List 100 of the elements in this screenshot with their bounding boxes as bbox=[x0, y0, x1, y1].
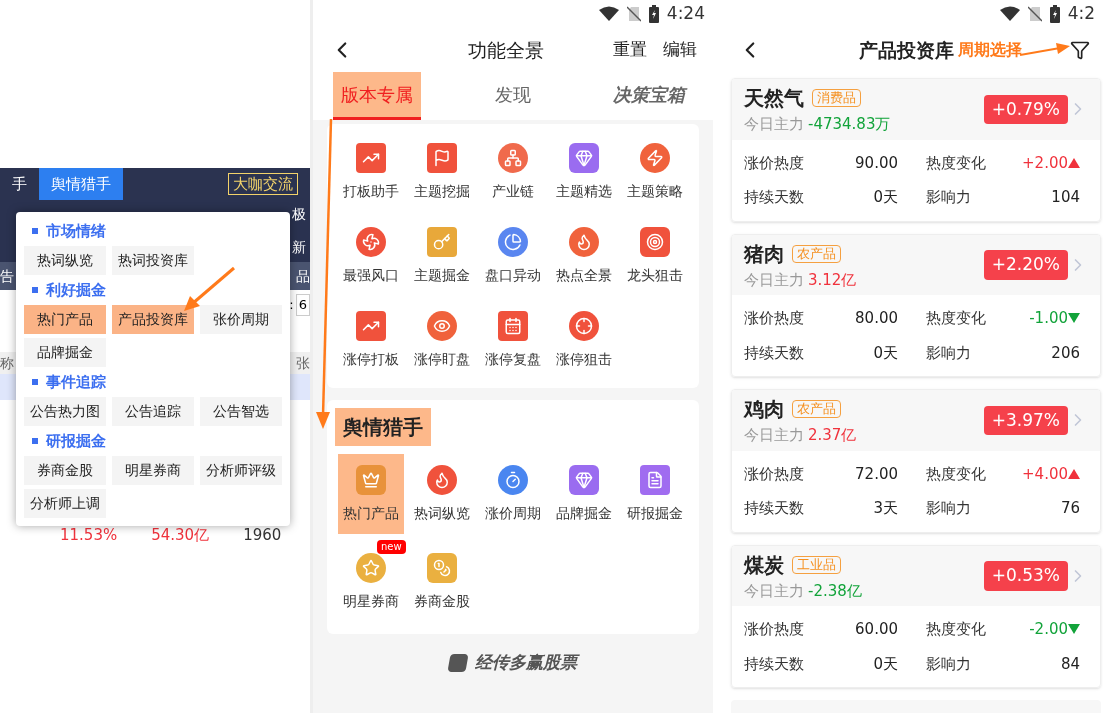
feature-tile[interactable]: 涨停盯盘 bbox=[408, 300, 475, 380]
feature-tile[interactable]: 涨价周期 bbox=[480, 454, 546, 534]
table-cell-text: 54.30亿 bbox=[151, 525, 210, 546]
product-card[interactable]: 鸡肉 农产品 今日主力 2.37亿 +3.97% 涨价热度 72.00 热度变化 +4.00 持续天数 3天 影响力 76 bbox=[731, 389, 1101, 533]
bullet-icon bbox=[32, 228, 38, 234]
feature-tile[interactable]: 最强风口 bbox=[337, 216, 404, 296]
product-card[interactable]: 天然气 消费品 今日主力 -4734.83万 +0.79% 涨价热度 90.00 热度变化 +2.00 持续天数 0天 影响力 104 bbox=[731, 78, 1101, 222]
eye-icon bbox=[426, 310, 457, 341]
stat-label: 影响力 bbox=[926, 187, 971, 208]
menu-item[interactable]: 公告智选 bbox=[200, 397, 282, 426]
no-sim-icon bbox=[1027, 6, 1042, 22]
fan-icon bbox=[355, 226, 386, 257]
menu-item[interactable]: 券商金股 bbox=[24, 456, 106, 485]
section-title: 市场情绪 bbox=[46, 220, 106, 242]
feature-tile[interactable]: 产业链 bbox=[480, 132, 546, 212]
tile-label: 涨价周期 bbox=[485, 503, 541, 523]
down-triangle-icon bbox=[1068, 624, 1080, 635]
menu-item[interactable]: 分析师上调 bbox=[24, 489, 106, 518]
chat-button[interactable]: 大咖交流 bbox=[228, 173, 298, 195]
strip-label: 极 bbox=[292, 205, 306, 224]
calendar-icon bbox=[498, 310, 528, 341]
fund-value: 2.37亿 bbox=[808, 425, 857, 446]
fund-label: 今日主力 bbox=[744, 269, 804, 291]
feature-tile[interactable]: 主题掘金 bbox=[408, 216, 475, 296]
header-action[interactable]: 编辑 bbox=[663, 37, 697, 63]
stat-value: 72.00 bbox=[855, 463, 898, 485]
header-action[interactable]: 重置 bbox=[613, 37, 647, 63]
stat-label: 影响力 bbox=[926, 498, 971, 519]
filter-icon[interactable] bbox=[1070, 40, 1090, 60]
down-triangle-icon bbox=[1068, 313, 1080, 324]
feature-tile[interactable]: 龙头狙击 bbox=[622, 216, 689, 296]
category-tab[interactable]: 发现 bbox=[487, 72, 539, 120]
feature-tile[interactable]: 热点全景 bbox=[551, 216, 618, 296]
stat-label: 热度变化 bbox=[926, 152, 986, 174]
key-icon bbox=[426, 226, 457, 257]
stat-label: 热度变化 bbox=[926, 308, 986, 329]
feature-tile[interactable]: 主题策略 bbox=[622, 132, 689, 212]
bullet-icon bbox=[32, 287, 38, 293]
menu-item[interactable]: 产品投资库 bbox=[112, 305, 194, 334]
tile-label: 盘口异动 bbox=[485, 265, 541, 285]
menu-item[interactable]: 公告追踪 bbox=[112, 397, 194, 426]
feature-tile[interactable]: 涨停复盘 bbox=[480, 300, 546, 380]
stat-label: 影响力 bbox=[926, 342, 971, 364]
stat-value: 76 bbox=[1060, 498, 1080, 519]
gem-icon bbox=[569, 464, 600, 495]
menu-item[interactable]: 分析师评级 bbox=[200, 456, 282, 485]
feature-tile[interactable]: new 明星券商 bbox=[337, 542, 404, 622]
feature-tile[interactable]: 研报掘金 bbox=[622, 454, 689, 534]
fund-label: 今日主力 bbox=[744, 114, 804, 135]
bolt-icon bbox=[640, 142, 671, 173]
menu-item[interactable]: 热门产品 bbox=[24, 305, 106, 334]
chart-board-icon bbox=[355, 310, 386, 341]
tile-label: 涨停打板 bbox=[342, 349, 399, 369]
feature-tile[interactable]: 涨停打板 bbox=[337, 300, 404, 380]
tile-label: 涨停复盘 bbox=[485, 349, 541, 369]
crosshair-icon bbox=[569, 310, 600, 341]
feature-tile[interactable]: 打板助手 bbox=[337, 132, 404, 212]
menu-item[interactable]: 张价周期 bbox=[200, 305, 282, 334]
input-field[interactable]: 6 bbox=[295, 294, 310, 316]
feature-tile[interactable]: 热门产品 bbox=[337, 454, 404, 534]
stat-label: 持续天数 bbox=[744, 653, 804, 675]
flame-icon bbox=[426, 464, 457, 495]
nav-tab[interactable]: 手 bbox=[0, 168, 39, 200]
stat-value: 104 bbox=[1051, 187, 1080, 208]
feature-tile[interactable]: 盘口异动 bbox=[480, 216, 546, 296]
stat-value: 0天 bbox=[873, 653, 898, 675]
tile-label: 龙头狙击 bbox=[627, 265, 684, 285]
feature-tile[interactable]: 主题挖掘 bbox=[408, 132, 475, 212]
tile-label: 券商金股 bbox=[413, 591, 470, 611]
stat-value: 84 bbox=[1060, 653, 1080, 675]
stat-label: 涨价热度 bbox=[744, 308, 804, 329]
product-card[interactable]: 猪肉 农产品 今日主力 3.12亿 +2.20% 涨价热度 80.00 热度变化 -1.00 持续天数 0天 影响力 206 bbox=[731, 233, 1101, 377]
sub-bar-label: 告 bbox=[0, 266, 14, 286]
target-icon bbox=[640, 226, 671, 257]
strip-label: 新 bbox=[292, 238, 306, 257]
table-cell-text: 1960 bbox=[243, 525, 282, 546]
menu-item[interactable]: 公告热力图 bbox=[24, 397, 106, 426]
nav-tab[interactable]: 舆情猎手 bbox=[39, 168, 123, 200]
feature-tile[interactable]: 涨停狙击 bbox=[551, 300, 618, 380]
change-badge: +0.53% bbox=[983, 561, 1068, 591]
feature-tile[interactable]: 主题精选 bbox=[551, 132, 618, 212]
bullet-icon bbox=[32, 438, 38, 444]
menu-item[interactable]: 热词纵览 bbox=[24, 246, 106, 275]
stat-value: 3天 bbox=[873, 498, 898, 519]
tile-label: 品牌掘金 bbox=[556, 503, 613, 523]
feature-tile[interactable]: 券商金股 bbox=[408, 542, 475, 622]
category-tab[interactable]: 决策宝箱 bbox=[605, 72, 693, 120]
feature-tile[interactable]: 热词纵览 bbox=[408, 454, 475, 534]
stat-label: 持续天数 bbox=[744, 342, 804, 364]
stat-value: +4.00 bbox=[1022, 463, 1068, 485]
product-card[interactable]: 煤炭 工业品 今日主力 -2.38亿 +0.53% 涨价热度 60.00 热度变化 -2.00 持续天数 0天 影响力 84 bbox=[731, 544, 1101, 688]
annotation-arrow bbox=[1020, 43, 1070, 57]
battery-icon bbox=[648, 5, 659, 23]
category-tag: 消费品 bbox=[812, 89, 861, 107]
battery-icon bbox=[1049, 5, 1060, 23]
stat-label: 热度变化 bbox=[926, 463, 986, 485]
menu-item[interactable]: 明星券商 bbox=[112, 456, 194, 485]
menu-item[interactable]: 热词投资库 bbox=[112, 246, 194, 275]
menu-item[interactable]: 品牌掘金 bbox=[24, 338, 106, 367]
feature-tile[interactable]: 品牌掘金 bbox=[551, 454, 618, 534]
